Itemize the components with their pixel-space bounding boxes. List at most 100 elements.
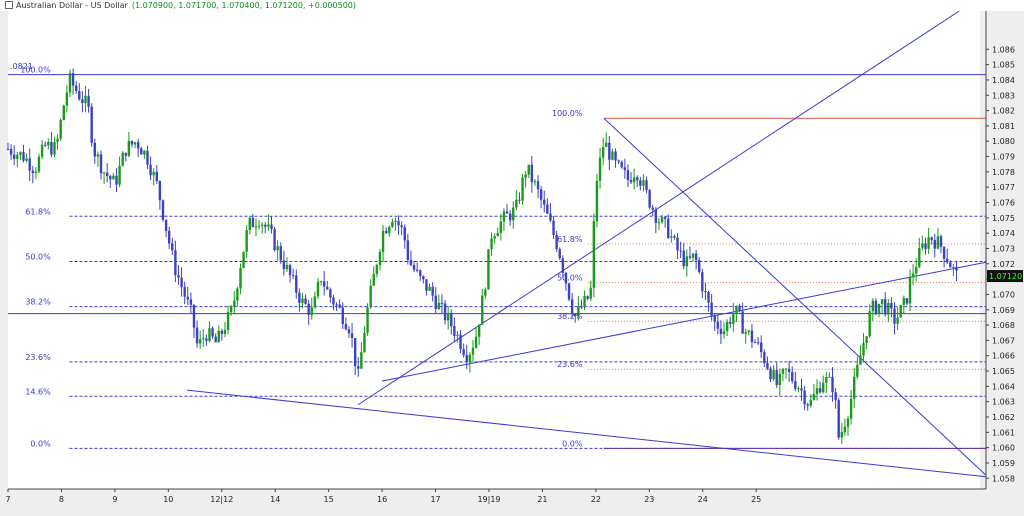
candle-body (229, 306, 233, 313)
candle-body (899, 305, 902, 318)
candle-body (769, 368, 772, 380)
candle-body (264, 224, 267, 227)
candle-body (505, 211, 509, 214)
price-tick-label: 1.058 (992, 474, 1015, 483)
chart-title: Australian Dollar - US Dollar (16, 1, 128, 10)
candle-body (871, 300, 875, 312)
candle-body (546, 204, 549, 214)
candle-body (763, 352, 766, 364)
candle-body (226, 312, 230, 330)
candle-body (353, 338, 357, 367)
candle-body (856, 364, 859, 377)
candle-body (81, 99, 84, 104)
candle-body (744, 331, 747, 334)
time-tick-label: 21 (537, 495, 547, 504)
candle-body (772, 370, 775, 380)
candle-body (422, 276, 425, 280)
candle-body (812, 393, 816, 400)
candle-body (648, 190, 651, 208)
candle-body (589, 287, 592, 299)
candle-body (713, 315, 716, 322)
candle-body (440, 302, 444, 304)
candle-body (291, 275, 295, 277)
candle-body (220, 330, 224, 334)
candle-body (419, 270, 422, 277)
fib-left-level-label: 38.2% (25, 298, 51, 307)
candle-body (694, 253, 698, 261)
candle-body (732, 313, 735, 324)
time-tick-label: 12|12 (210, 495, 233, 504)
candle-body (195, 327, 199, 344)
candle-body (880, 299, 884, 304)
candle-body (161, 200, 165, 220)
time-tick-label: 23 (644, 495, 654, 504)
candle-body (56, 138, 59, 142)
candle-body (59, 119, 62, 139)
price-tick-label: 1.076 (992, 199, 1015, 208)
candle-body (34, 171, 38, 173)
candle-body (893, 308, 896, 324)
candle-body (753, 342, 757, 344)
candle-body (803, 390, 806, 405)
candle-body (471, 347, 475, 355)
candle-body (267, 224, 270, 227)
candle-body (468, 354, 472, 363)
candle-body (487, 249, 490, 290)
candle-body (68, 73, 72, 93)
time-tick-label: 25 (751, 495, 761, 504)
price-tick-label: 1.077 (992, 183, 1015, 192)
candle-body (285, 265, 289, 269)
candle-body (363, 332, 366, 353)
candle-body (539, 189, 543, 200)
candle-body (688, 256, 692, 258)
candle-body (298, 292, 301, 303)
candle-body (140, 148, 143, 155)
candle-body (502, 211, 506, 222)
candle-body (338, 304, 341, 308)
candle-body (794, 381, 797, 389)
candle-body (629, 180, 633, 183)
candle-body (167, 230, 171, 244)
candle-body (477, 324, 481, 337)
candle-body (515, 199, 518, 208)
left-edge-price-label: .0821 (10, 62, 33, 71)
price-tick-label: 1.069 (992, 306, 1015, 315)
candle-body (428, 286, 431, 291)
candle-body (273, 229, 276, 251)
price-tick-label: 1.085 (992, 61, 1015, 70)
candle-body (905, 298, 909, 304)
candle-body (806, 404, 809, 406)
candle-body (614, 151, 617, 161)
candle-body (701, 272, 704, 292)
price-chart[interactable]: 100.0%61.8%50.0%38.2%23.6%14.6%0.0%100.0… (0, 11, 1024, 516)
candle-body (853, 376, 856, 399)
candle-body (394, 220, 397, 223)
candle-body (657, 222, 661, 224)
candle-body (214, 336, 217, 343)
candle-body (685, 256, 689, 267)
candle-body (623, 167, 627, 171)
candle-body (251, 217, 255, 228)
candle-body (9, 149, 13, 155)
candle-body (93, 142, 96, 157)
candle-body (270, 224, 273, 230)
candle-body (698, 260, 701, 273)
candle-body (254, 226, 258, 228)
ohlc-summary: (1.070900, 1.071700, 1.070400, 1.071200,… (131, 1, 356, 10)
candle-body (384, 230, 388, 234)
price-tick-label: 1.081 (992, 122, 1015, 131)
candle-body (360, 352, 363, 369)
candle-body (955, 266, 958, 271)
candle-body (645, 180, 648, 191)
candle-body (118, 165, 121, 185)
candle-body (936, 236, 940, 249)
candle-body (133, 142, 137, 145)
candle-body (375, 264, 379, 274)
candle-body (313, 296, 317, 308)
candle-body (105, 172, 109, 177)
candle-body (276, 246, 279, 251)
candle-body (202, 338, 205, 340)
candle-body (192, 304, 196, 328)
candle-body (636, 177, 639, 181)
candle-body (183, 287, 186, 297)
